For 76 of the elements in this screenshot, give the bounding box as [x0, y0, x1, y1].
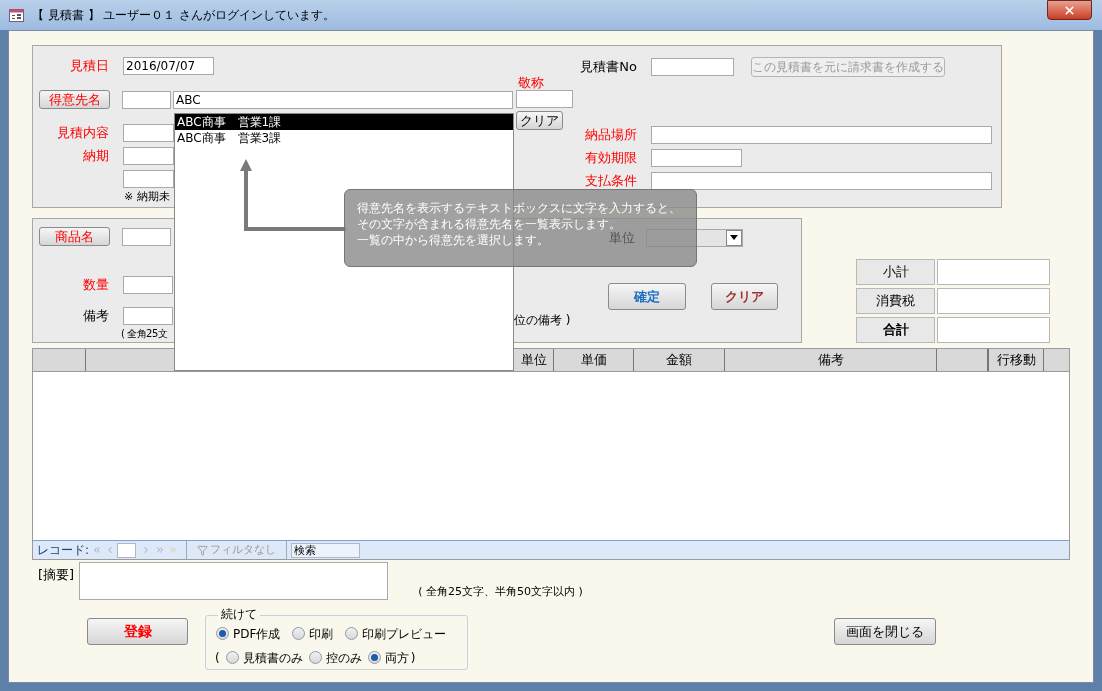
field-label: 見積内容: [56, 124, 109, 142]
honorific-label: 敬称: [518, 75, 545, 90]
radio-label: 両方: [384, 649, 409, 667]
text-field[interactable]: [123, 170, 174, 188]
unit-remarks-note: 位の備考 ): [514, 311, 572, 329]
text-field[interactable]: [123, 147, 174, 165]
unit-label: 単位: [609, 230, 635, 247]
summary-note: ( 全角25文字、半角50文字以内 ): [418, 584, 583, 600]
text-field[interactable]: [123, 124, 174, 142]
search-field[interactable]: 検索: [291, 542, 361, 558]
tooltip-text: 一覧の中から得意先を選択します。: [357, 232, 549, 248]
group-legend: 続けて: [218, 606, 260, 621]
new-record-icon: [168, 545, 179, 555]
field-label: 見積書No: [579, 58, 637, 76]
field-label: 納期: [82, 147, 109, 165]
delivery-note: ※ 納期未: [124, 189, 171, 205]
summary-label: [摘要]: [38, 566, 75, 584]
tooltip-text: 得意先名を表示するテキストボックスに文字を入力すると、: [357, 200, 681, 216]
radio-button[interactable]: [308, 651, 322, 664]
remarks-note: ( 全角25文: [121, 327, 169, 341]
estimate-number-field[interactable]: [651, 58, 734, 76]
column-header: 単価: [554, 349, 634, 371]
total-label: 小計: [856, 259, 935, 285]
suggestion-item[interactable]: ABC商事 営業1課: [175, 114, 513, 130]
text-field[interactable]: [122, 227, 171, 246]
field-label: 数量: [82, 276, 109, 294]
radio-button[interactable]: [292, 627, 306, 640]
total-label: 合計: [856, 317, 935, 343]
date-field[interactable]: 2016/07/07: [123, 57, 214, 75]
radio-button[interactable]: [216, 627, 229, 640]
filter-icon: [197, 544, 209, 556]
window-title: 【 見積書 】 ユーザー０１ さんがログインしています。: [32, 7, 336, 24]
total-label: 消費税: [856, 288, 935, 314]
column-header: 備考: [725, 349, 937, 371]
radio-button[interactable]: [225, 651, 239, 664]
parenthesis: ): [410, 649, 416, 667]
close-icon: [1063, 3, 1076, 17]
radio-button[interactable]: [345, 627, 359, 640]
field-label: 見積日: [69, 57, 109, 75]
column-header: 行移動: [987, 349, 1044, 371]
text-field[interactable]: [651, 149, 742, 167]
field-label: 納品場所: [584, 126, 637, 144]
honorific-field[interactable]: [516, 90, 573, 108]
radio-label: 控のみ: [325, 649, 362, 667]
text-field[interactable]: [651, 126, 992, 144]
summary-field[interactable]: [79, 562, 389, 600]
radio-label: 印刷: [309, 625, 334, 643]
clear-button[interactable]: クリア: [516, 111, 563, 130]
total-field[interactable]: [937, 288, 1050, 314]
parenthesis: (: [215, 649, 220, 667]
total-field[interactable]: [937, 317, 1050, 343]
record-number-field[interactable]: [117, 542, 137, 558]
text-field[interactable]: [123, 307, 173, 325]
radio-label: 見積書のみ: [242, 649, 303, 667]
field-label: 支払条件: [584, 172, 637, 190]
text-field[interactable]: [651, 172, 992, 190]
field-label: 備考: [82, 307, 109, 325]
radio-label: 印刷プレビュー: [362, 625, 447, 643]
form-icon: [9, 8, 24, 22]
last-record-icon: [155, 545, 166, 555]
record-label: レコード:: [37, 542, 90, 559]
radio-button[interactable]: [367, 651, 381, 664]
close-button[interactable]: [1047, 0, 1092, 20]
close-screen-button[interactable]: 画面を閉じる: [834, 617, 936, 645]
radio-label: PDF作成: [233, 625, 281, 643]
field-label: 有効期限: [584, 149, 637, 167]
customer-name-field[interactable]: ABC: [173, 90, 513, 109]
customer-code-field[interactable]: [122, 90, 171, 109]
total-field[interactable]: [937, 259, 1050, 285]
first-record-icon: [92, 545, 103, 555]
confirm-button[interactable]: 確定: [608, 282, 686, 310]
suggestion-item[interactable]: ABC商事 営業3課: [175, 130, 513, 146]
clear-button[interactable]: クリア: [711, 282, 778, 310]
text-field[interactable]: [123, 276, 173, 294]
tooltip-text: その文字が含まれる得意先名を一覧表示します。: [357, 216, 621, 231]
column-header: 金額: [634, 349, 725, 371]
